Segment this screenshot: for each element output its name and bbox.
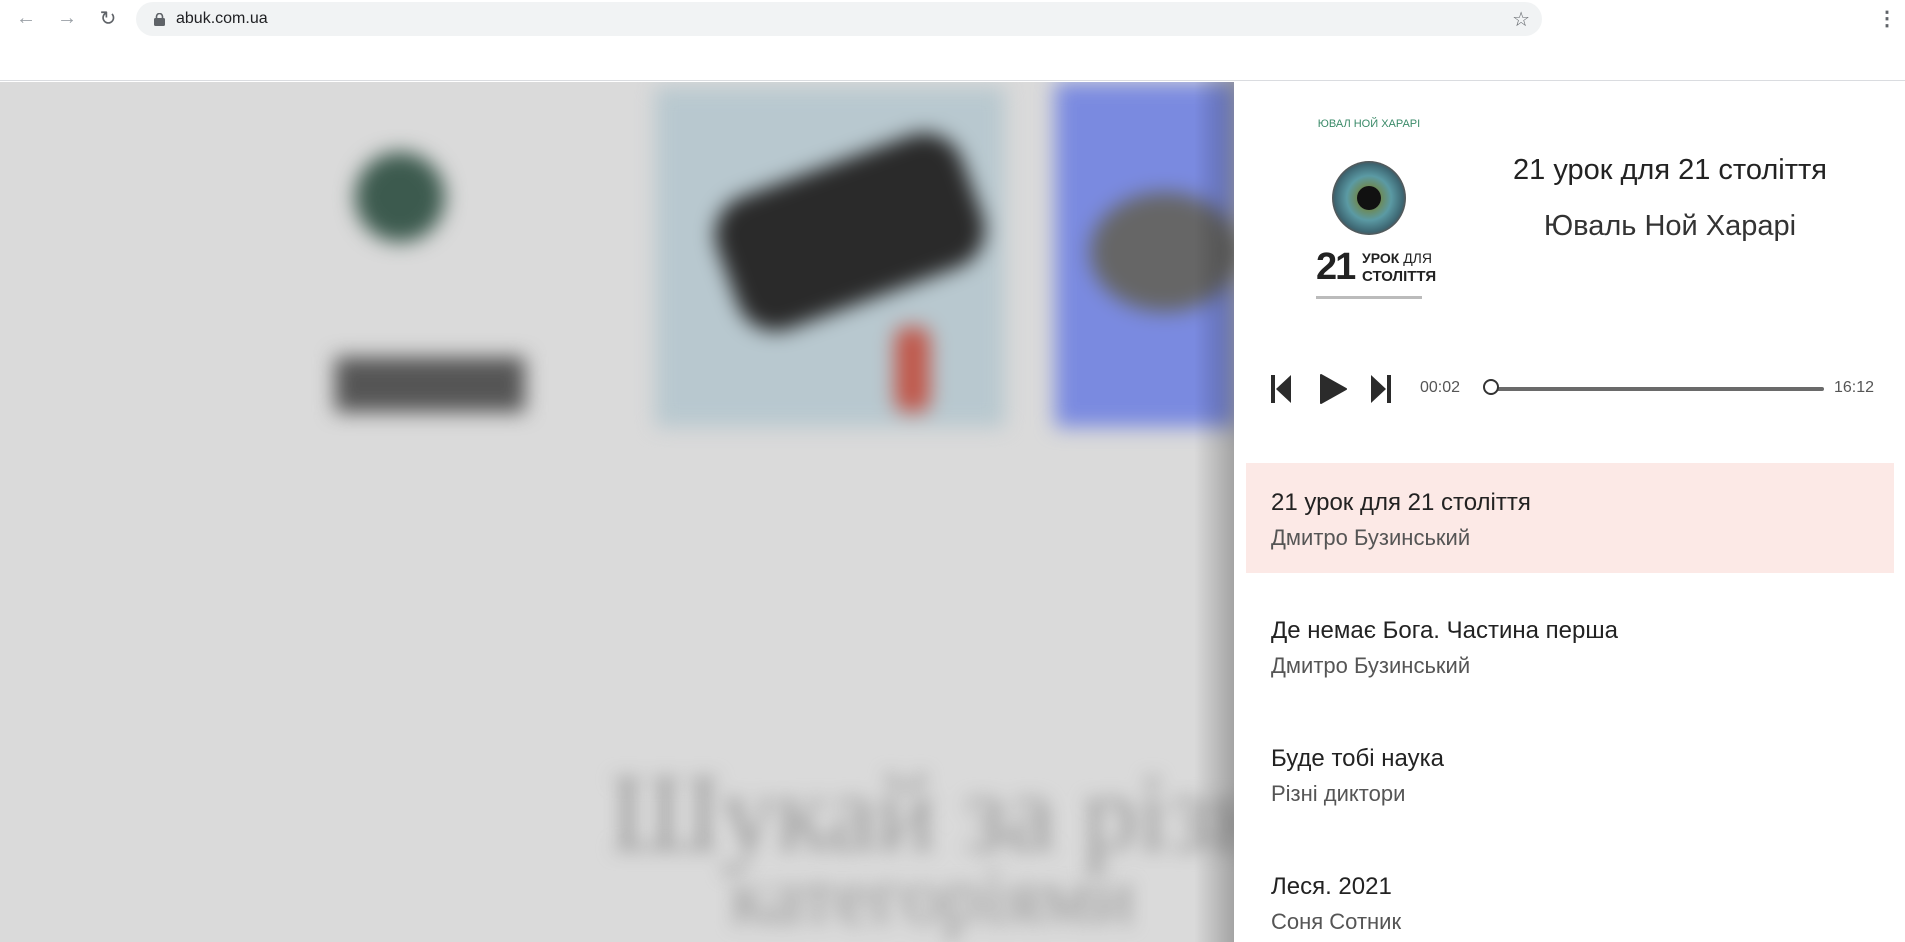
playlist-item-title: 21 урок для 21 століття — [1271, 489, 1531, 516]
browser-toolbar: ← → ↻ abuk.com.ua ☆ ⋮ — [0, 0, 1905, 81]
playlist-item-author: Різні диктори — [1271, 781, 1406, 806]
playlist-item[interactable]: Буде тобі наука Різні диктори — [1246, 719, 1894, 829]
skip-forward-icon — [1371, 375, 1391, 403]
panel-shadow — [1194, 82, 1234, 942]
cover-number: 21 — [1316, 246, 1356, 288]
previous-track-button[interactable] — [1270, 374, 1292, 409]
book-cover: ЮВАЛ НОЙ ХАРАРІ 21 УРОК ДЛЯ СТОЛІТТЯ — [1304, 118, 1437, 308]
address-bar[interactable]: abuk.com.ua ☆ — [136, 2, 1542, 36]
now-playing-author: Юваль Ной Харарі — [1543, 210, 1797, 242]
playlist-item-author: Дмитро Бузинський — [1271, 653, 1471, 678]
cover-eye-image — [1331, 160, 1407, 236]
back-icon[interactable]: ← — [14, 6, 38, 30]
playlist-item[interactable]: Де немає Бога. Частина перша Дмитро Бузи… — [1246, 591, 1894, 701]
play-icon — [1320, 374, 1347, 404]
background-page: Шукай за різними категоріями — [0, 82, 1234, 942]
cover-fine-print — [1316, 296, 1422, 299]
playlist-item-title: Леся. 2021 — [1271, 873, 1392, 900]
blurred-book-cover-1-text — [335, 357, 525, 412]
player-panel: ЮВАЛ НОЙ ХАРАРІ 21 УРОК ДЛЯ СТОЛІТТЯ 21 … — [1234, 82, 1905, 942]
playlist-item-title: Де немає Бога. Частина перша — [1271, 617, 1618, 644]
playlist-item[interactable]: 21 урок для 21 століття Дмитро Бузинськи… — [1246, 463, 1894, 573]
now-playing-title: 21 урок для 21 століття — [1513, 154, 1827, 186]
forward-icon[interactable]: → — [55, 6, 79, 30]
skip-back-icon — [1271, 375, 1291, 403]
playlist-item-title: Буде тобі наука — [1271, 745, 1444, 772]
cover-subtitle-line2: СТОЛІТТЯ — [1362, 268, 1437, 285]
cover-subtitle-line1: УРОК ДЛЯ — [1362, 250, 1432, 266]
next-track-button[interactable] — [1370, 374, 1392, 409]
play-button[interactable] — [1318, 373, 1348, 410]
background-subheadline: категоріями — [730, 853, 1135, 941]
playlist-item[interactable]: Леся. 2021 Соня Сотник — [1246, 847, 1894, 942]
progress-bar[interactable] — [1482, 379, 1824, 395]
lock-icon — [152, 12, 166, 26]
elapsed-time: 00:02 — [1420, 379, 1461, 396]
playlist-item-author: Соня Сотник — [1271, 909, 1402, 934]
url-text: abuk.com.ua — [176, 10, 268, 27]
cover-author-text: ЮВАЛ НОЙ ХАРАРІ — [1317, 118, 1421, 130]
menu-kebab-icon[interactable]: ⋮ — [1877, 6, 1897, 31]
blurred-book-cover-1 — [355, 152, 445, 242]
progress-thumb[interactable] — [1482, 379, 1499, 395]
blurred-book-cover-2-figure — [895, 327, 930, 412]
duration-time: 16:12 — [1834, 379, 1875, 396]
reload-icon[interactable]: ↻ — [96, 6, 120, 30]
bookmark-star-icon[interactable]: ☆ — [1512, 7, 1530, 32]
playlist-item-author: Дмитро Бузинський — [1271, 525, 1471, 550]
